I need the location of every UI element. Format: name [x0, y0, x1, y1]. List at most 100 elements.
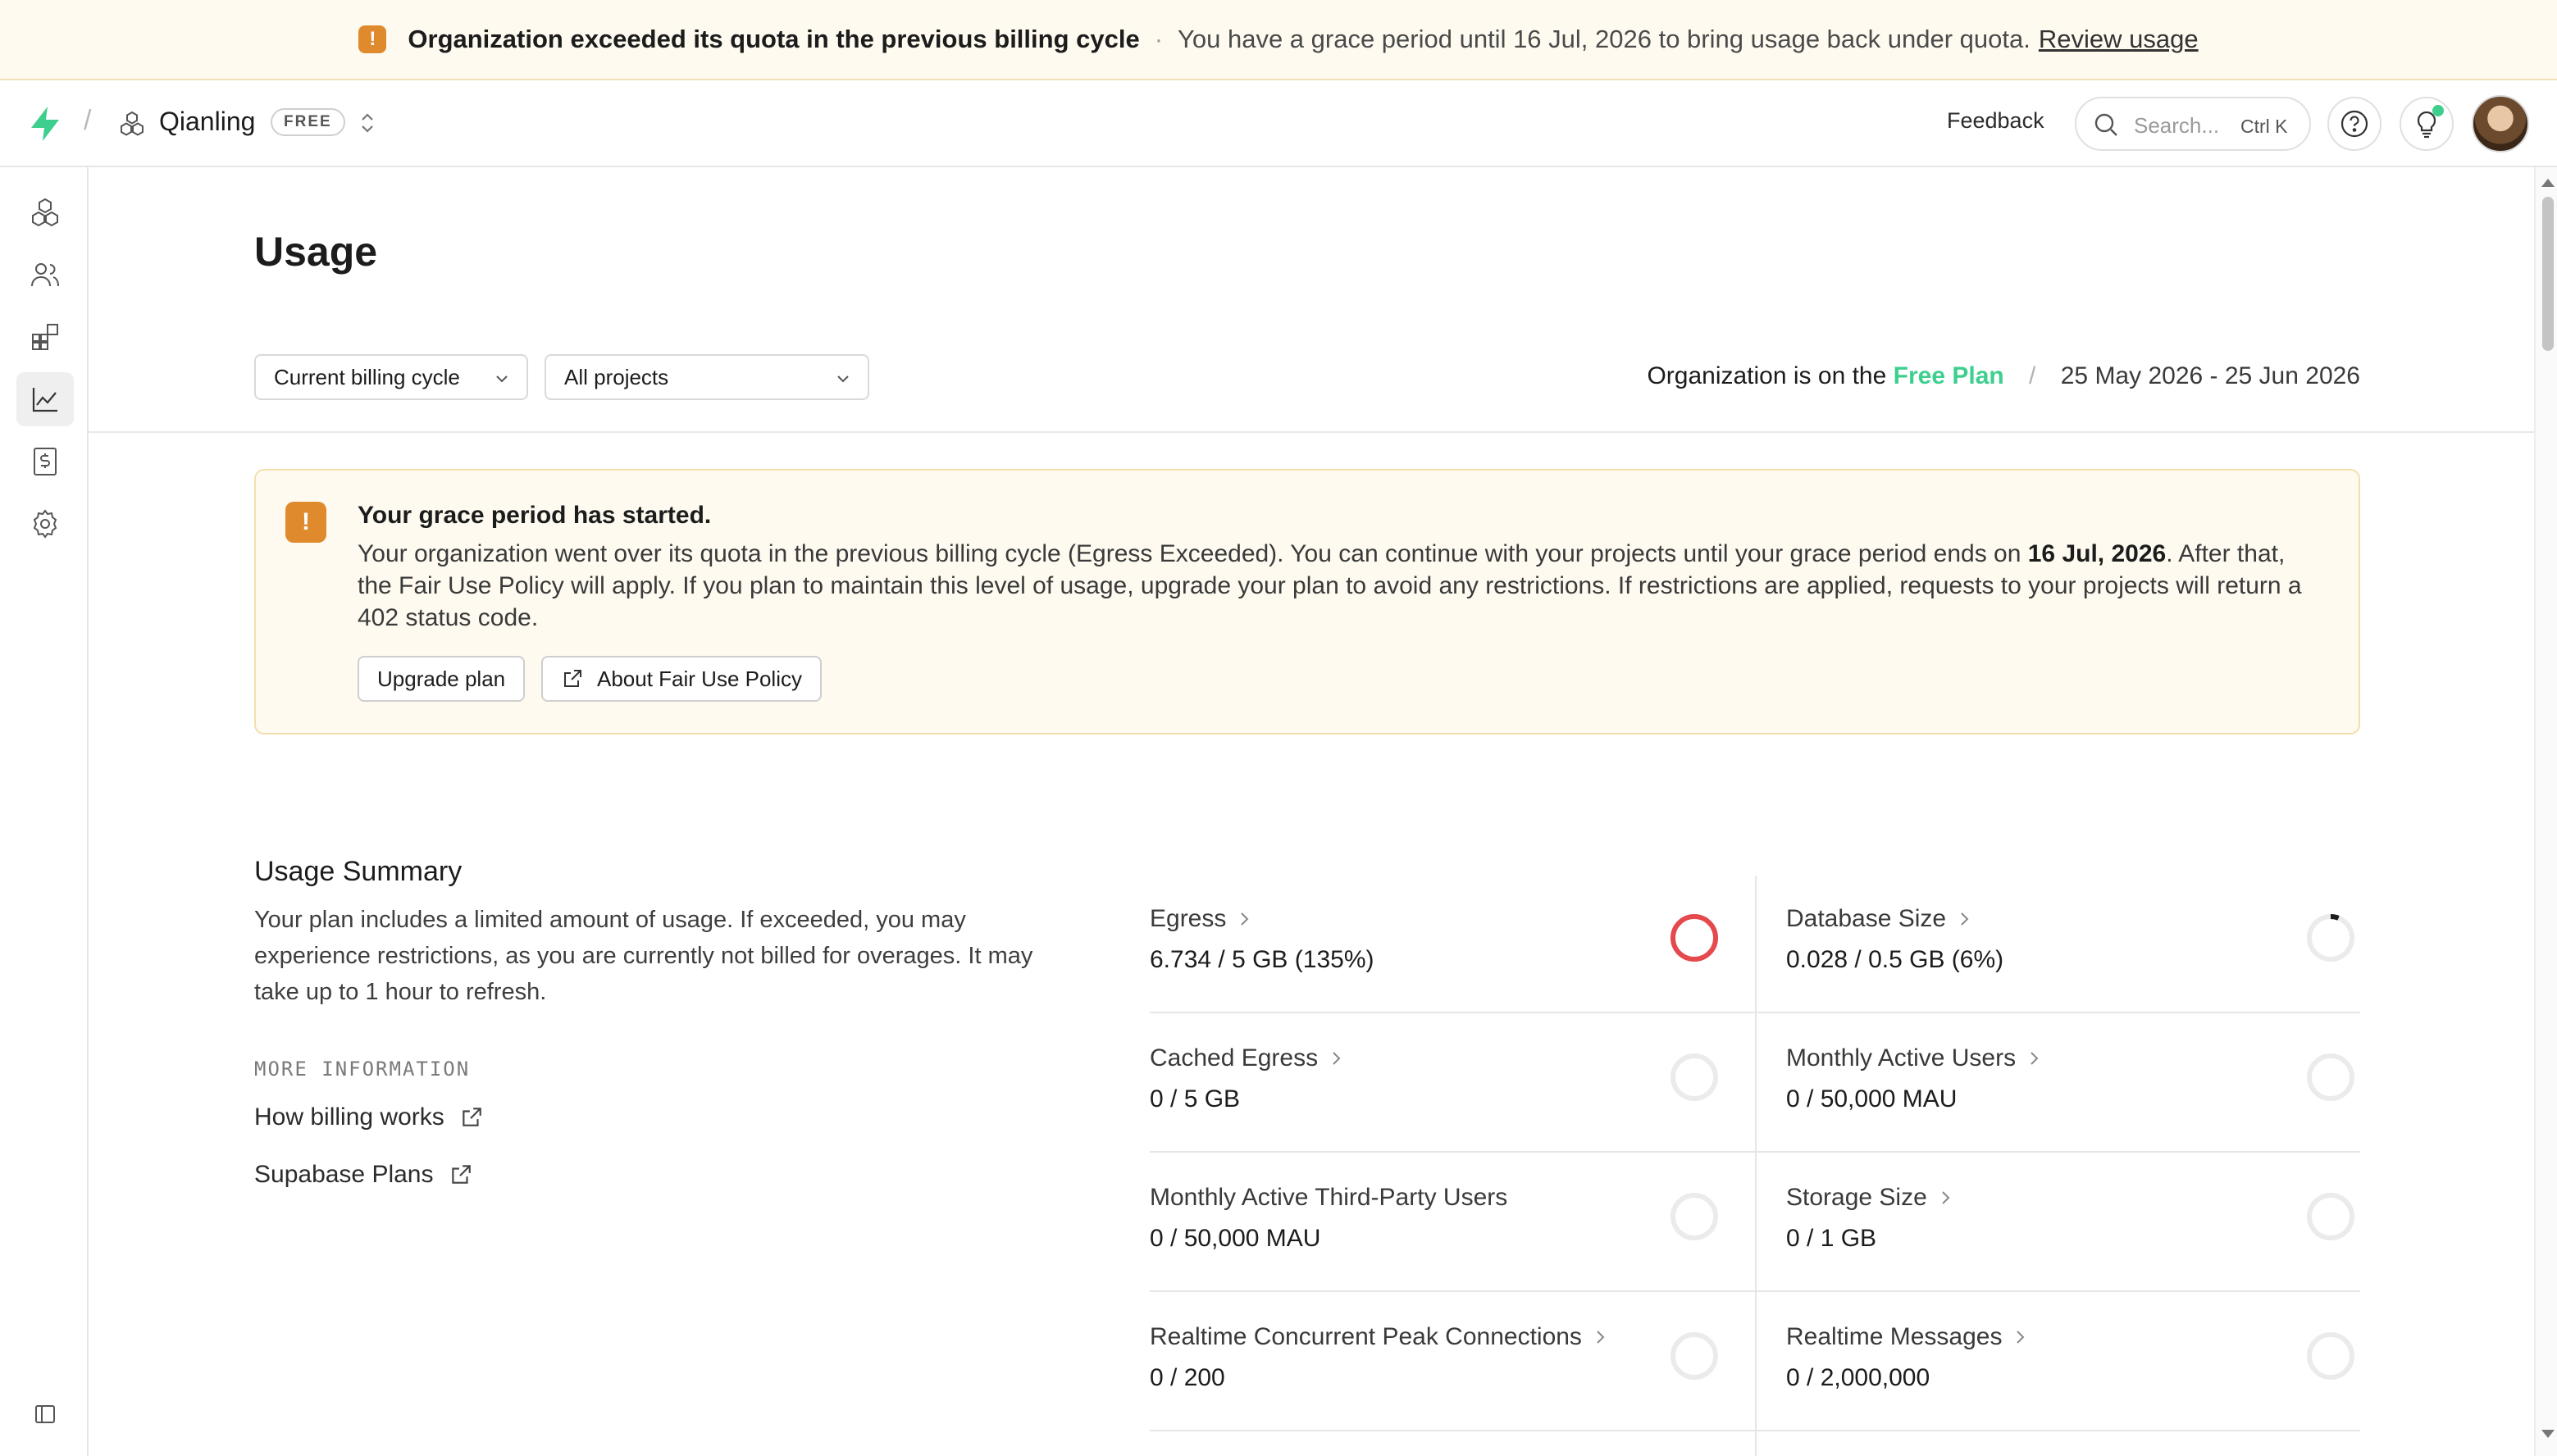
sidebar-item-projects[interactable]	[16, 185, 74, 239]
search-placeholder: Search...	[2134, 113, 2220, 138]
fair-use-policy-label: About Fair Use Policy	[597, 666, 802, 691]
metric-value: 0 / 200	[1150, 1364, 1225, 1391]
usage-ring-gauge	[2307, 914, 2354, 962]
org-switcher-icon[interactable]	[358, 110, 377, 136]
team-icon	[31, 263, 59, 287]
metric-name-label: Database Size	[1786, 905, 1947, 932]
metric-name-label: Realtime Messages	[1786, 1323, 2003, 1350]
chevron-right-icon	[2017, 1331, 2025, 1344]
metric-name[interactable]: Monthly Active Third-Party Users	[1150, 1184, 1507, 1212]
metric-name[interactable]: Database Size	[1786, 905, 1972, 933]
upgrade-plan-label: Upgrade plan	[377, 666, 506, 691]
banner-separator: ·	[1154, 25, 1164, 53]
metric-name[interactable]: Monthly Active Users	[1786, 1044, 2042, 1072]
how-billing-works-link[interactable]: How billing works	[254, 1103, 484, 1131]
help-icon	[2340, 110, 2368, 138]
projects-icon	[32, 198, 58, 227]
metric-name-label: Storage Size	[1786, 1184, 1927, 1211]
external-link-icon	[564, 670, 581, 687]
metrics-row-divider	[1150, 1290, 2360, 1292]
metrics-grid-divider	[1755, 876, 1757, 1456]
usage-ring-gauge	[2307, 1053, 2354, 1101]
usage-ring-fill	[1670, 914, 1718, 962]
supabase-plans-label: Supabase Plans	[254, 1161, 434, 1188]
external-link-icon	[463, 1108, 481, 1126]
top-bar: / Qianling FREE Feedback Search... Ctrl …	[0, 80, 2557, 167]
chevron-down-icon	[496, 375, 508, 383]
supabase-logo-icon[interactable]	[28, 105, 62, 143]
review-usage-link[interactable]: Review usage	[2039, 25, 2199, 54]
plan-name-link[interactable]: Free Plan	[1894, 362, 2004, 389]
scroll-down-arrow-icon[interactable]	[2541, 1430, 2555, 1438]
scroll-up-arrow-icon[interactable]	[2541, 179, 2555, 187]
usage-ring-gauge	[1670, 1193, 1718, 1240]
usage-ring-gauge	[2307, 1332, 2354, 1380]
alert-body: Your organization went over its quota in…	[358, 540, 2302, 631]
chevron-right-icon	[1597, 1331, 1605, 1344]
help-button[interactable]	[2327, 97, 2382, 151]
chevron-right-icon	[2031, 1052, 2039, 1065]
usage-icon	[32, 388, 57, 412]
sidebar-item-billing[interactable]	[16, 435, 74, 489]
plan-separator: /	[2029, 362, 2036, 389]
plan-info: Organization is on the Free Plan / 25 Ma…	[1647, 362, 2360, 390]
integrations-icon	[32, 324, 58, 350]
metric-name-label: Realtime Concurrent Peak Connections	[1150, 1323, 1582, 1350]
notification-dot	[2432, 105, 2444, 116]
metric-value: 0 / 2,000,000	[1786, 1364, 1930, 1391]
metric-name[interactable]: Cached Egress	[1150, 1044, 1344, 1072]
search-icon	[2094, 113, 2117, 136]
billing-icon	[34, 448, 57, 475]
projects-select-value: All projects	[564, 364, 669, 389]
plan-prefix: Organization is on the	[1647, 362, 1887, 389]
metric-value: 0 / 5 GB	[1150, 1085, 1241, 1112]
page-scrollbar[interactable]	[2534, 167, 2557, 1456]
metric-value: 0 / 50,000 MAU	[1786, 1085, 1958, 1112]
chevron-right-icon	[1333, 1052, 1341, 1065]
metric-name[interactable]: Realtime Messages	[1786, 1323, 2028, 1351]
how-billing-works-label: How billing works	[254, 1103, 444, 1131]
metric-value: 0 / 1 GB	[1786, 1225, 1877, 1252]
sidebar-item-settings[interactable]	[16, 497, 74, 551]
usage-ring-gauge	[1670, 1332, 1718, 1380]
chevron-right-icon	[1961, 912, 1969, 926]
search-shortcut: Ctrl K	[2240, 116, 2288, 137]
metric-name[interactable]: Realtime Concurrent Peak Connections	[1150, 1323, 1608, 1351]
chevron-right-icon	[1942, 1191, 1950, 1204]
usage-ring-gauge	[1670, 1053, 1718, 1101]
supabase-plans-link[interactable]: Supabase Plans	[254, 1161, 473, 1189]
metrics-row-divider	[1150, 1151, 2360, 1153]
metric-name-label: Monthly Active Users	[1786, 1044, 2017, 1072]
user-avatar[interactable]	[2472, 95, 2529, 152]
sidebar-item-integrations[interactable]	[16, 310, 74, 364]
organization-icon	[121, 111, 144, 136]
sidebar-collapse-icon	[35, 1405, 55, 1423]
whats-new-button[interactable]	[2400, 97, 2454, 151]
chevron-down-icon	[837, 375, 849, 383]
chevron-right-icon	[1241, 912, 1249, 926]
metric-name-label: Cached Egress	[1150, 1044, 1319, 1072]
metric-name-label: Monthly Active Third-Party Users	[1150, 1184, 1508, 1211]
metric-value: 0.028 / 0.5 GB (6%)	[1786, 946, 2004, 973]
grace-period-alert: ! Your grace period has started. Your or…	[254, 469, 2360, 735]
projects-select[interactable]: All projects	[545, 354, 869, 400]
org-name[interactable]: Qianling	[159, 107, 255, 137]
sidebar-toggle[interactable]	[16, 1387, 74, 1441]
sidebar	[0, 167, 89, 1456]
billing-date-range: 25 May 2026 - 25 Jun 2026	[2060, 362, 2360, 389]
scrollbar-thumb[interactable]	[2542, 197, 2554, 351]
metric-name[interactable]: Storage Size	[1786, 1184, 1953, 1212]
metrics-row-divider	[1150, 1430, 2360, 1431]
billing-cycle-select[interactable]: Current billing cycle	[254, 354, 528, 400]
usage-ring-gauge	[1670, 914, 1718, 962]
billing-cycle-value: Current billing cycle	[274, 364, 460, 389]
sidebar-item-usage[interactable]	[16, 372, 74, 426]
metric-name[interactable]: Egress	[1150, 905, 1252, 933]
fair-use-policy-button[interactable]: About Fair Use Policy	[541, 656, 822, 702]
feedback-button[interactable]: Feedback	[1947, 108, 2044, 134]
upgrade-plan-button[interactable]: Upgrade plan	[358, 656, 526, 702]
banner-title: Organization exceeded its quota in the p…	[408, 25, 1140, 53]
sidebar-item-team[interactable]	[16, 248, 74, 302]
breadcrumb-separator: /	[84, 105, 92, 136]
search-input[interactable]: Search... Ctrl K	[2075, 97, 2311, 151]
